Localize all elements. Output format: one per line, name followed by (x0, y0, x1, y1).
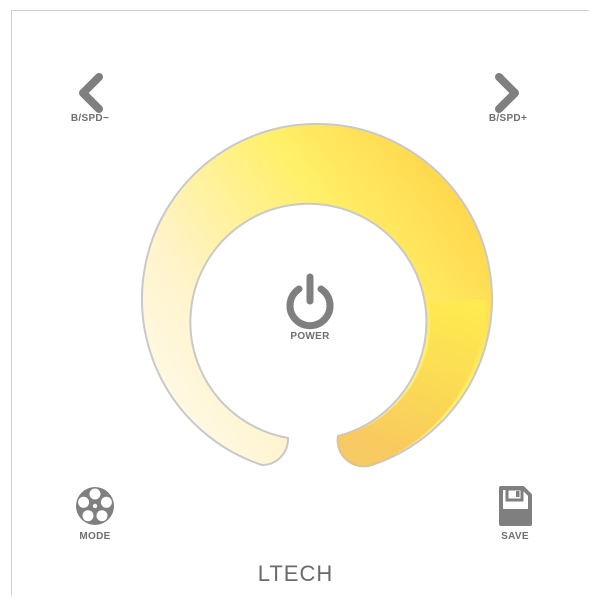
speed-down-button[interactable]: B/SPD− (60, 73, 120, 125)
film-reel-icon (76, 487, 114, 525)
speed-down-label: B/SPD− (70, 113, 110, 124)
power-icon (286, 273, 334, 330)
chevron-right-icon (495, 73, 519, 113)
save-button[interactable]: SAVE (490, 485, 540, 543)
floppy-disk-icon (499, 486, 532, 526)
save-label: SAVE (501, 531, 529, 542)
mode-label: MODE (79, 531, 111, 542)
brand-logo: LTECH (257, 561, 334, 586)
speed-up-label: B/SPD+ (488, 113, 528, 124)
power-label: POWER (290, 331, 330, 342)
chevron-left-icon (79, 73, 103, 113)
power-button[interactable]: POWER (270, 273, 350, 343)
speed-up-button[interactable]: B/SPD+ (478, 73, 538, 125)
mode-button[interactable]: MODE (70, 485, 120, 543)
